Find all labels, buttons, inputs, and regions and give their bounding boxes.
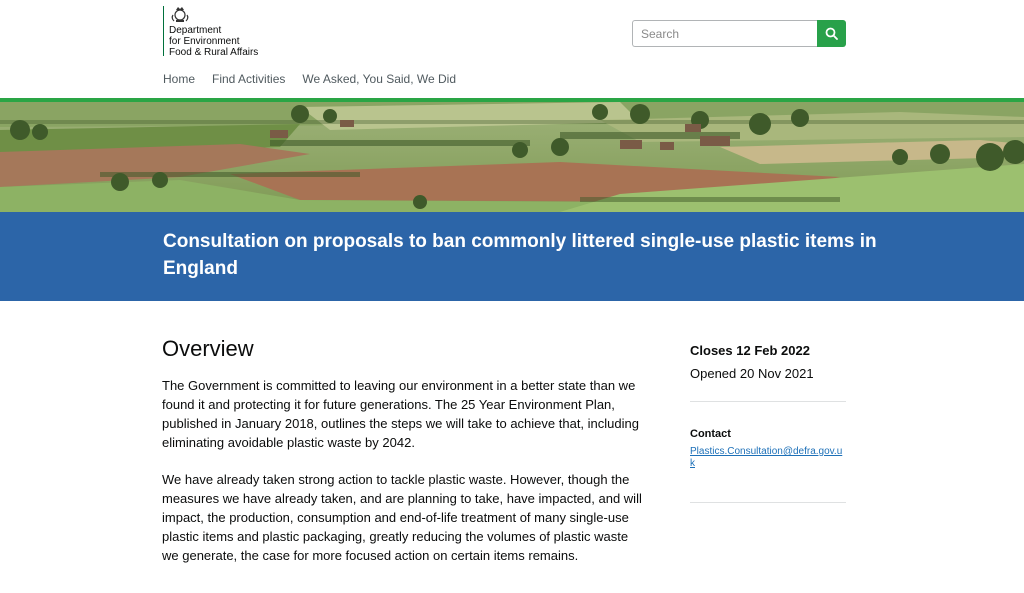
- search-form: [632, 20, 846, 47]
- logo-text: Department for Environment Food & Rural …: [169, 25, 289, 58]
- site-header: Department for Environment Food & Rural …: [0, 0, 1024, 98]
- search-input[interactable]: [632, 20, 818, 47]
- page-title: Consultation on proposals to ban commonl…: [163, 231, 877, 279]
- consultation-sidebar: Closes 12 Feb 2022 Opened 20 Nov 2021 Co…: [690, 343, 846, 503]
- closes-date: Closes 12 Feb 2022: [690, 343, 810, 358]
- overview-paragraph: The Government is committed to leaving o…: [162, 378, 639, 450]
- contact-email-link[interactable]: Plastics.Consultation@defra.gov.uk: [690, 446, 846, 470]
- search-icon: [825, 27, 838, 40]
- nav-item-home[interactable]: Home: [163, 72, 195, 86]
- sidebar-divider: [690, 401, 846, 402]
- main-content: Overview The Government is committed to …: [162, 336, 642, 583]
- logo-line: Department: [169, 25, 222, 36]
- royal-crest-icon: [171, 7, 189, 22]
- logo-line: Food & Rural Affairs: [169, 47, 259, 58]
- defra-logo[interactable]: Department for Environment Food & Rural …: [163, 6, 258, 58]
- sidebar-divider: [690, 502, 846, 503]
- search-button[interactable]: [817, 20, 846, 47]
- contact-heading: Contact: [690, 428, 731, 440]
- overview-paragraph: We have already taken strong action to t…: [162, 472, 642, 563]
- main-nav: Home Find Activities We Asked, You Said,…: [163, 72, 473, 86]
- hero-landscape-image: [0, 102, 1024, 212]
- logo-line: for Environment: [169, 36, 240, 47]
- nav-item-we-asked[interactable]: We Asked, You Said, We Did: [302, 72, 456, 86]
- nav-item-find-activities[interactable]: Find Activities: [212, 72, 285, 86]
- opened-date: Opened 20 Nov 2021: [690, 366, 814, 381]
- overview-heading: Overview: [162, 336, 254, 361]
